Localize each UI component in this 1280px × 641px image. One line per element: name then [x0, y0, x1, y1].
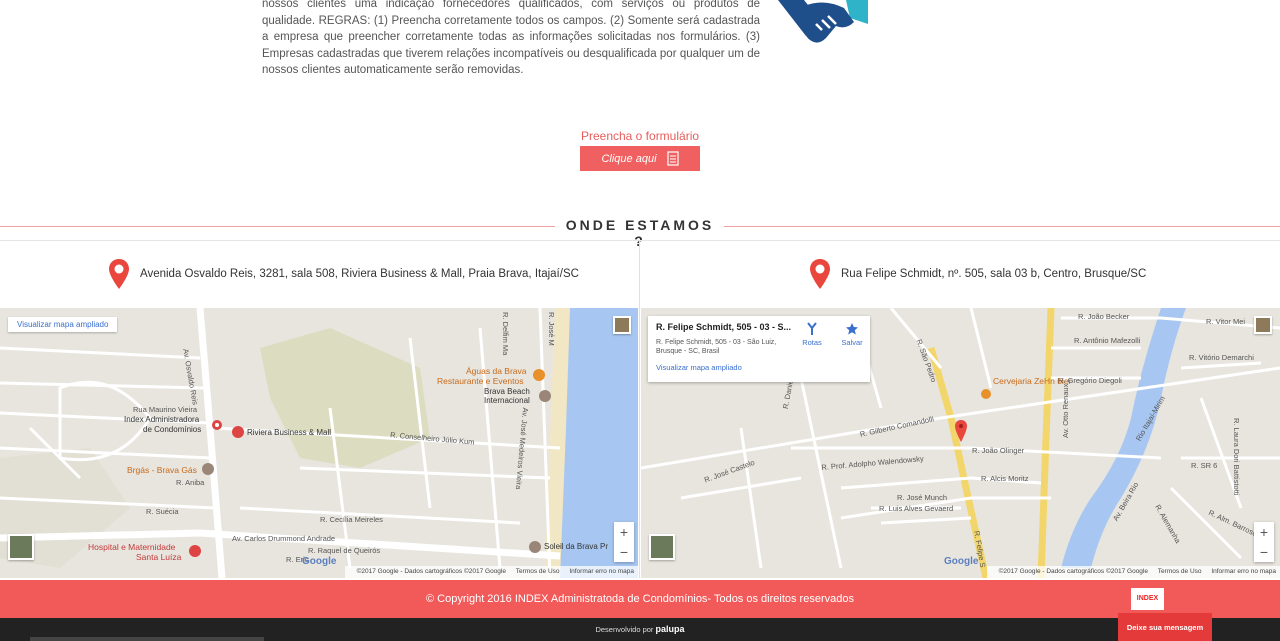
- map-label: R. SR 6: [1191, 461, 1218, 470]
- form-button[interactable]: Clique aqui: [580, 146, 700, 171]
- developer-credit: Desenvolvido por palupa: [0, 624, 1280, 634]
- map-label: Index Administradora: [124, 415, 200, 424]
- save-button[interactable]: Salvar: [837, 322, 867, 347]
- map-label: Santa Luíza: [136, 552, 182, 562]
- view-larger-map-link[interactable]: Visualizar mapa ampliado: [8, 317, 118, 332]
- report-link[interactable]: Informar erro no mapa: [569, 568, 634, 575]
- map-label: R. Raquel de Queirós: [308, 546, 381, 555]
- document-icon: [666, 151, 679, 166]
- map-label: R. Alcis Moritz: [981, 474, 1029, 483]
- map-label: Águas da Brava: [466, 366, 527, 376]
- section-title: ONDE ESTAMOS ?: [565, 217, 715, 249]
- attribution-text: ©2017 Google - Dados cartográficos ©2017…: [356, 568, 506, 575]
- map-label: R. João Becker: [1078, 312, 1130, 321]
- attribution-text: ©2017 Google - Dados cartográficos ©2017…: [998, 568, 1148, 575]
- map-label: R. José M: [547, 312, 556, 346]
- divider-top: [0, 240, 1280, 241]
- address-brusque: Rua Felipe Schmidt, nº. 505, sala 03 b, …: [809, 256, 1146, 292]
- section-line-right: [724, 226, 1280, 227]
- index-logo: INDEX: [1131, 588, 1164, 610]
- map-attribution: ©2017 Google - Dados cartográficos ©2017…: [986, 566, 1280, 578]
- fullscreen-thumb[interactable]: [613, 316, 631, 334]
- map-label: R. Luis Alves Gevaerd: [879, 504, 954, 513]
- zoom-out-button[interactable]: −: [614, 542, 634, 562]
- map-label: Hospital e Maternidade: [88, 542, 176, 552]
- zoom-out-button[interactable]: −: [1254, 542, 1274, 562]
- directions-label: Rotas: [802, 338, 822, 347]
- zoom-control[interactable]: + −: [1254, 522, 1274, 562]
- handshake-icon: [778, 0, 868, 43]
- view-larger-map-link[interactable]: Visualizar mapa ampliado: [656, 363, 862, 372]
- address-itajai-text: Avenida Osvaldo Reis, 3281, sala 508, Ri…: [140, 268, 579, 280]
- address-itajai: Avenida Osvaldo Reis, 3281, sala 508, Ri…: [108, 256, 579, 292]
- satellite-toggle[interactable]: [649, 534, 675, 560]
- map-label: Rua Maurino Vieira: [133, 405, 198, 414]
- map-label: R. Delfim Ma: [501, 312, 510, 356]
- map-label: R. Vitório Demarchi: [1189, 353, 1254, 362]
- save-label: Salvar: [841, 338, 863, 347]
- map-label: R. Antônio Mafezolli: [1074, 336, 1141, 345]
- map-label: Soleil da Brava Pr: [544, 542, 609, 551]
- zoom-in-button[interactable]: +: [1254, 522, 1274, 542]
- place-address: R. Felipe Schmidt, 505 - 03 - São Luiz, …: [656, 339, 777, 355]
- scroll-track: [30, 637, 264, 641]
- location-pin-icon: [810, 259, 830, 289]
- map-label: R. João Olinger: [972, 446, 1025, 455]
- terms-link[interactable]: Termos de Uso: [1158, 568, 1202, 575]
- zoom-in-button[interactable]: +: [614, 522, 634, 542]
- map-label: Av. Otto Renaux: [1061, 383, 1070, 438]
- page: nossos clientes uma indicação fornecedor…: [0, 0, 1280, 641]
- map-label: Internacional: [484, 396, 530, 405]
- place-title: R. Felipe Schmidt, 505 - 03 - S...: [656, 322, 792, 332]
- location-pin-icon: [109, 259, 129, 289]
- report-link[interactable]: Informar erro no mapa: [1211, 568, 1276, 575]
- address-brusque-text: Rua Felipe Schmidt, nº. 505, sala 03 b, …: [841, 268, 1147, 280]
- zoom-control[interactable]: + −: [614, 522, 634, 562]
- map-label: Riviera Business & Mall: [247, 428, 332, 437]
- map-label: Restaurante e Eventos: [437, 376, 524, 386]
- map-label: de Condomínios: [143, 425, 202, 434]
- map-label: R. Suécia: [146, 507, 179, 516]
- map-label: Av. Carlos Drummond Andrade: [232, 534, 336, 543]
- satellite-toggle[interactable]: [8, 534, 34, 560]
- developer-name[interactable]: palupa: [656, 624, 685, 634]
- form-button-label: Clique aqui: [601, 152, 657, 165]
- map-label: R. Cecília Meireles: [320, 515, 383, 524]
- place-info-card: R. Felipe Schmidt, 505 - 03 - S... R. Fe…: [648, 316, 870, 382]
- map-attribution: ©2017 Google - Dados cartográficos ©2017…: [344, 566, 638, 578]
- intro-paragraph: nossos clientes uma indicação fornecedor…: [262, 0, 760, 76]
- bottom-bar: Desenvolvido por palupa: [0, 618, 1280, 641]
- developed-by-label: Desenvolvido por: [595, 625, 654, 634]
- map-label: R. Aniba: [176, 478, 205, 487]
- directions-button[interactable]: Rotas: [797, 322, 827, 347]
- google-logo: Google: [944, 556, 979, 567]
- map-label: R. Vitor Mei: [1206, 317, 1246, 326]
- map-label: R. Laura Dori Battistotti: [1232, 418, 1241, 496]
- map-label: Brgás - Brava Gás: [127, 465, 197, 475]
- star-icon: [846, 323, 858, 335]
- divider-center: [639, 240, 640, 578]
- map-itajai[interactable]: Visualizar mapa ampliado Águas da Brava …: [0, 308, 638, 578]
- form-prompt: Preencha o formulário: [580, 129, 700, 143]
- fullscreen-thumb[interactable]: [1254, 316, 1272, 334]
- footer: © Copyright 2016 INDEX Administratoda de…: [0, 580, 1280, 618]
- copyright-text: © Copyright 2016 INDEX Administratoda de…: [426, 593, 854, 605]
- section-line-left: [0, 226, 555, 227]
- leave-message-button[interactable]: Deixe sua mensagem: [1118, 613, 1212, 641]
- intro-text: nossos clientes uma indicação fornecedor…: [262, 0, 760, 79]
- terms-link[interactable]: Termos de Uso: [516, 568, 560, 575]
- google-logo: Google: [302, 556, 337, 567]
- map-label: R. José Munch: [897, 493, 948, 502]
- map-label: Brava Beach: [484, 387, 530, 396]
- directions-icon: [807, 322, 817, 335]
